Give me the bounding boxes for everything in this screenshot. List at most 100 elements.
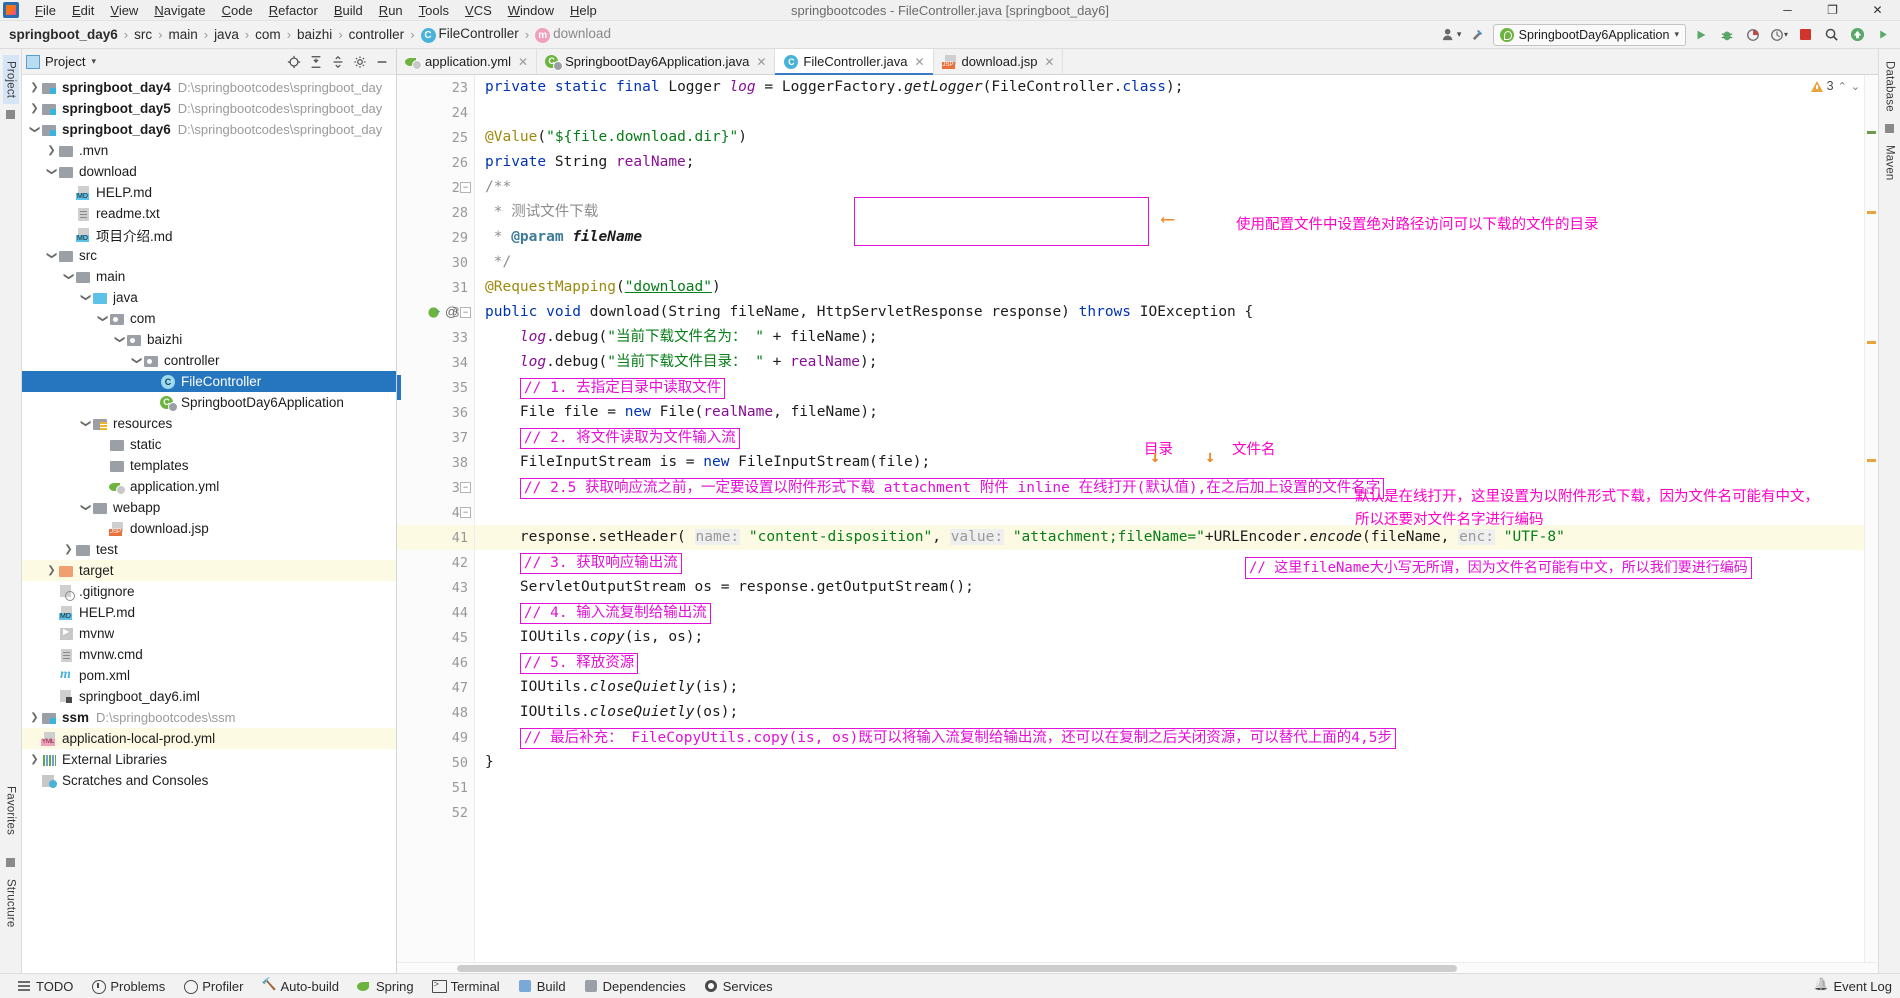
chevron-down-icon[interactable]: ❯: [63, 270, 74, 283]
inspection-widget[interactable]: 3 ⌃ ⌄: [1806, 78, 1864, 94]
status-auto-build[interactable]: Auto-build: [252, 975, 348, 997]
gutter-line-51[interactable]: 51: [397, 775, 474, 800]
tool-tab-structure[interactable]: Structure: [3, 873, 19, 933]
breadcrumb-item-controller[interactable]: controller: [346, 27, 408, 42]
code-line-41[interactable]: response.setHeader( name: "content-dispo…: [475, 525, 1864, 550]
gutter-line-37[interactable]: 37: [397, 425, 474, 450]
code-line-33[interactable]: log.debug("当前下载文件名为： " + fileName);: [475, 325, 1864, 350]
prev-problem-icon[interactable]: ⌃: [1838, 80, 1847, 93]
gutter-line-45[interactable]: 45: [397, 625, 474, 650]
code-line-45[interactable]: IOUtils.copy(is, os);: [475, 625, 1864, 650]
gutter-line-50[interactable]: 50: [397, 750, 474, 775]
breadcrumb-item-filecontroller[interactable]: C FileController: [418, 26, 522, 43]
status-build[interactable]: Build: [509, 975, 575, 997]
menu-navigate[interactable]: Navigate: [146, 1, 213, 20]
breadcrumb-item-baizhi[interactable]: baizhi: [294, 27, 335, 42]
run-configuration-selector[interactable]: SpringbootDay6Application ▾: [1492, 23, 1686, 46]
menu-view[interactable]: View: [102, 1, 146, 20]
tree-node-download-jsp[interactable]: download.jsp: [22, 518, 396, 539]
editor-gutter[interactable]: 2324252627282930313233343536373839404142…: [397, 75, 475, 962]
menu-refactor[interactable]: Refactor: [261, 1, 326, 20]
code-line-23[interactable]: private static final Logger log = Logger…: [475, 75, 1864, 100]
editor-tab-download-jsp[interactable]: download.jsp ✕: [934, 49, 1064, 74]
fold-marker-32[interactable]: −: [460, 307, 471, 318]
tree-node-main[interactable]: ❯ main: [22, 266, 396, 287]
gutter-line-44[interactable]: 44: [397, 600, 474, 625]
tree-node-filecontroller[interactable]: FileController: [22, 371, 396, 392]
gutter-line-26[interactable]: 26: [397, 150, 474, 175]
tree-node-springboot-day6[interactable]: ❯ springboot_day6 D:\springbootcodes\sprin…: [22, 119, 396, 140]
tree-node-resources[interactable]: ❯ resources: [22, 413, 396, 434]
tree-node-test[interactable]: ❯ test: [22, 539, 396, 560]
chevron-down-icon[interactable]: ❯: [46, 165, 57, 178]
menu-vcs[interactable]: VCS: [457, 1, 500, 20]
editor-horizontal-scrollbar[interactable]: [397, 962, 1878, 973]
breadcrumb-item-com[interactable]: com: [252, 27, 284, 42]
tool-tab-database[interactable]: Database: [1882, 55, 1898, 118]
locate-file-icon[interactable]: [284, 52, 304, 72]
tool-tab-project[interactable]: Project: [2, 55, 19, 105]
tree-node-baizhi[interactable]: ❯ baizhi: [22, 329, 396, 350]
tree-node-target[interactable]: ❯ target: [22, 560, 396, 581]
tree-node-src[interactable]: ❯ src: [22, 245, 396, 266]
tool-tab-maven[interactable]: Maven: [1882, 139, 1898, 187]
tree-node-mvnw[interactable]: mvnw: [22, 623, 396, 644]
code-line-27[interactable]: /**: [475, 175, 1864, 200]
gutter-line-46[interactable]: 46: [397, 650, 474, 675]
tree-node-springbootday6application[interactable]: SpringbootDay6Application: [22, 392, 396, 413]
run-with-coverage-button[interactable]: [1742, 24, 1764, 46]
tree-node-help-md[interactable]: HELP.md: [22, 602, 396, 623]
gutter-line-25[interactable]: 25: [397, 125, 474, 150]
run-button[interactable]: [1690, 24, 1712, 46]
tree-node--gitignore[interactable]: .gitignore: [22, 581, 396, 602]
notifications-icon[interactable]: [1872, 24, 1894, 46]
chevron-right-icon[interactable]: ❯: [28, 103, 41, 114]
status-profiler[interactable]: Profiler: [174, 975, 252, 997]
code-line-26[interactable]: private String realName;: [475, 150, 1864, 175]
annotation-gutter-icon[interactable]: @: [445, 304, 458, 319]
breadcrumb-item-java[interactable]: java: [211, 27, 242, 42]
gutter-line-34[interactable]: 34: [397, 350, 474, 375]
fold-marker-39[interactable]: −: [460, 482, 471, 493]
menu-edit[interactable]: Edit: [64, 1, 102, 20]
menu-help[interactable]: Help: [562, 1, 605, 20]
code-line-24[interactable]: [475, 100, 1864, 125]
gutter-line-41[interactable]: 41: [397, 525, 474, 550]
gutter-line-49[interactable]: 49: [397, 725, 474, 750]
code-line-48[interactable]: IOUtils.closeQuietly(os);: [475, 700, 1864, 725]
breadcrumb[interactable]: springboot_day6 › src › main › java › com › baizhi…: [6, 26, 614, 43]
stop-button[interactable]: [1794, 24, 1816, 46]
tree-node-help-md[interactable]: HELP.md: [22, 182, 396, 203]
status-services[interactable]: Services: [695, 975, 782, 997]
breadcrumb-item-src[interactable]: src: [131, 27, 155, 42]
tree-node-springboot-day5[interactable]: ❯ springboot_day5 D:\springbootcodes\sprin…: [22, 98, 396, 119]
code-line-46[interactable]: // 5. 释放资源: [475, 650, 1864, 675]
project-tree[interactable]: ❯ springboot_day4 D:\springbootcodes\sprin…: [22, 75, 396, 973]
code-line-35[interactable]: // 1. 去指定目录中读取文件: [475, 375, 1864, 400]
gutter-line-36[interactable]: 36: [397, 400, 474, 425]
chevron-down-icon[interactable]: ❯: [80, 417, 91, 430]
status-todo[interactable]: TODO: [8, 975, 82, 997]
close-tab-icon[interactable]: ✕: [518, 55, 528, 69]
code-line-36[interactable]: File file = new File(realName, fileName)…: [475, 400, 1864, 425]
chevron-right-icon[interactable]: ❯: [28, 754, 41, 765]
chevron-down-icon[interactable]: ❯: [80, 291, 91, 304]
gutter-line-48[interactable]: 48: [397, 700, 474, 725]
tree-node-webapp[interactable]: ❯ webapp: [22, 497, 396, 518]
tree-node-external-libraries[interactable]: ❯ External Libraries: [22, 749, 396, 770]
gutter-line-35[interactable]: 35: [397, 375, 474, 400]
chevron-down-icon[interactable]: ❯: [114, 333, 125, 346]
collapse-all-icon[interactable]: [328, 52, 348, 72]
editor-tab-application-yml[interactable]: application.yml ✕: [397, 49, 538, 74]
status-dependencies[interactable]: Dependencies: [575, 975, 695, 997]
tree-node-com[interactable]: ❯ com: [22, 308, 396, 329]
project-view-chevron-icon[interactable]: ▾: [91, 56, 96, 67]
next-problem-icon[interactable]: ⌄: [1851, 80, 1860, 93]
tree-node-static[interactable]: static: [22, 434, 396, 455]
chevron-down-icon[interactable]: ❯: [29, 123, 40, 136]
chevron-right-icon[interactable]: ❯: [45, 565, 58, 576]
update-available-icon[interactable]: [1846, 24, 1868, 46]
hide-panel-icon[interactable]: [372, 52, 392, 72]
menu-tools[interactable]: Tools: [411, 1, 457, 20]
build-project-icon[interactable]: [1467, 24, 1489, 46]
